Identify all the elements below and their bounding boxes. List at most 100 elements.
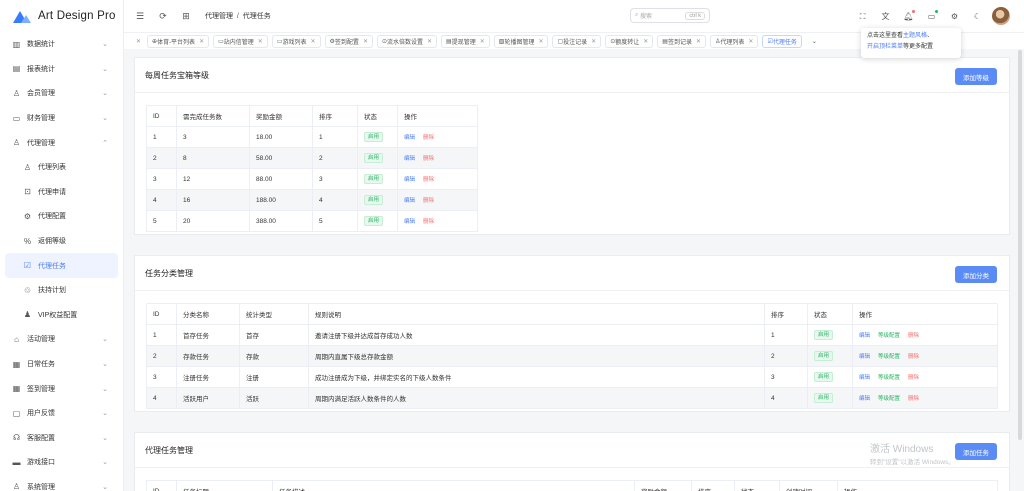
- refresh-icon[interactable]: ⟳: [156, 11, 170, 22]
- menu-toggle-icon[interactable]: ☰: [133, 11, 147, 22]
- sidebar-item[interactable]: ▤ 报表统计 ⌄: [0, 57, 123, 82]
- edit-link[interactable]: 编辑: [404, 156, 415, 162]
- sidebar-item[interactable]: ▥ 数据统计 ⌄: [0, 32, 123, 57]
- app-logo[interactable]: Art Design Pro: [0, 0, 123, 32]
- sidebar-item[interactable]: ♲ 扶持计划: [0, 278, 123, 303]
- bell-icon[interactable]: 🔔︎: [902, 9, 915, 23]
- fullscreen-icon[interactable]: ⛶: [856, 10, 869, 23]
- edit-link[interactable]: 编辑: [404, 198, 415, 204]
- sidebar-item[interactable]: ♙ 代理管理 ⌃: [0, 130, 123, 155]
- close-icon[interactable]: ✕: [643, 38, 648, 45]
- page-scrollbar[interactable]: [1018, 50, 1022, 440]
- delete-link[interactable]: 删除: [423, 156, 434, 162]
- sidebar-item[interactable]: ♙ 系统管理 ⌄: [0, 475, 123, 491]
- level-config-link[interactable]: 等级配置: [878, 333, 900, 339]
- close-icon[interactable]: ✕: [199, 38, 204, 45]
- add-level-button[interactable]: 添加等级: [955, 68, 997, 85]
- level-config-link[interactable]: 等级配置: [878, 354, 900, 360]
- tab-item[interactable]: ♙ 代理列表 ✕: [710, 34, 759, 48]
- wallet-icon: ▭: [12, 113, 21, 123]
- sidebar-item[interactable]: ▦ 日常任务 ⌄: [0, 352, 123, 377]
- delete-link[interactable]: 删除: [908, 375, 919, 381]
- delete-link[interactable]: 删除: [908, 333, 919, 339]
- delete-link[interactable]: 删除: [423, 135, 434, 141]
- edit-link[interactable]: 编辑: [404, 219, 415, 225]
- tab-item[interactable]: ⊙ 流水倍数设置 ✕: [376, 34, 438, 48]
- tabs-more-chevron-icon[interactable]: ⌄: [808, 35, 821, 48]
- settings-gear-icon[interactable]: ⚙: [948, 10, 961, 23]
- tab-item[interactable]: ▭ 游戏列表 ✕: [271, 34, 321, 48]
- tooltip-link-theme[interactable]: 主题风格: [903, 33, 927, 39]
- tab-label: 体育-平台列表: [157, 39, 196, 46]
- add-task-button[interactable]: 添加任务: [955, 443, 997, 460]
- close-icon[interactable]: ✕: [136, 38, 141, 45]
- sidebar-item[interactable]: ⌂ 活动管理 ⌄: [0, 327, 123, 352]
- tooltip-link-topmenu[interactable]: 开启顶栏菜单: [867, 44, 903, 50]
- close-icon[interactable]: ✕: [311, 38, 316, 45]
- edit-link[interactable]: 编辑: [859, 396, 870, 402]
- delete-link[interactable]: 删除: [423, 198, 434, 204]
- delete-link[interactable]: 删除: [423, 219, 434, 225]
- edit-link[interactable]: 编辑: [859, 375, 870, 381]
- edit-link[interactable]: 编辑: [404, 177, 415, 183]
- logo-icon: [13, 9, 31, 23]
- level-config-link[interactable]: 等级配置: [878, 375, 900, 381]
- close-icon[interactable]: ✕: [427, 38, 432, 45]
- close-icon[interactable]: ✕: [258, 38, 263, 45]
- delete-link[interactable]: 删除: [908, 354, 919, 360]
- tab-item[interactable]: ▤ 提现管理 ✕: [441, 34, 490, 48]
- sidebar-item[interactable]: ♟ VIP权益配置: [0, 303, 123, 328]
- table-cell: 5: [146, 210, 177, 232]
- sidebar-item[interactable]: ♙ 会员管理 ⌄: [0, 81, 123, 106]
- breadcrumb-item-parent[interactable]: 代理管理: [205, 13, 233, 20]
- chat-icon[interactable]: ▭: [925, 9, 938, 23]
- sidebar-item[interactable]: ⊡ 代理申请: [0, 180, 123, 205]
- tab-item[interactable]: ▢ 投注记录 ✕: [552, 34, 602, 48]
- delete-link[interactable]: 删除: [908, 396, 919, 402]
- add-category-button[interactable]: 添加分类: [955, 266, 997, 283]
- tab-item[interactable]: ▤ 签到记录 ✕: [657, 34, 706, 48]
- tab-close-partial[interactable]: ✕: [130, 35, 143, 48]
- table-cell: 4: [146, 387, 177, 409]
- user-avatar[interactable]: [992, 7, 1010, 25]
- close-icon[interactable]: ✕: [480, 38, 485, 45]
- close-icon[interactable]: ✕: [538, 38, 543, 45]
- edit-link[interactable]: 编辑: [859, 333, 870, 339]
- close-icon[interactable]: ✕: [591, 38, 596, 45]
- sidebar-item[interactable]: ▬ 游戏接口 ⌄: [0, 450, 123, 475]
- sidebar-item[interactable]: ♙ 代理列表: [0, 155, 123, 180]
- tab-item[interactable]: ⊙ 额度转让 ✕: [605, 34, 654, 48]
- table-cell: 活跃用户: [176, 387, 240, 409]
- dark-mode-icon[interactable]: ☾: [971, 10, 984, 23]
- sidebar-item-label: 活动管理: [27, 336, 55, 344]
- sidebar-item-label: 代理任务: [38, 262, 66, 270]
- sidebar-item[interactable]: ▢ 用户反馈 ⌄: [0, 401, 123, 426]
- tab-item[interactable]: ⚙ 签到配置 ✕: [324, 34, 373, 48]
- grid-apps-icon[interactable]: ⊞: [179, 11, 193, 22]
- tab-item[interactable]: ▧ 轮播图管理 ✕: [493, 34, 549, 48]
- sidebar-item[interactable]: ☊ 客服配置 ⌄: [0, 426, 123, 451]
- sidebar-item-label: 数据统计: [27, 41, 55, 49]
- sidebar-item-label: 签到管理: [27, 385, 55, 393]
- tab-item[interactable]: ▭ 站内信管理 ✕: [213, 34, 268, 48]
- edit-link[interactable]: 编辑: [859, 354, 870, 360]
- table-row: 1 首存任务 首存 邀请注册下级并达成首存成功人数 1 启用 编辑 等级配置 删除: [146, 324, 998, 346]
- edit-link[interactable]: 编辑: [404, 135, 415, 141]
- close-icon[interactable]: ✕: [363, 38, 368, 45]
- delete-link[interactable]: 删除: [423, 177, 434, 183]
- sidebar-item-label: 用户反馈: [27, 410, 55, 418]
- table-cell: 388.00: [249, 210, 313, 232]
- close-icon[interactable]: ✕: [696, 38, 701, 45]
- sidebar-item[interactable]: ▭ 财务管理 ⌄: [0, 106, 123, 131]
- close-icon[interactable]: ✕: [748, 38, 753, 45]
- sidebar-item[interactable]: ⚙ 代理配置: [0, 204, 123, 229]
- sidebar-item[interactable]: ▦ 签到管理 ⌄: [0, 376, 123, 401]
- tab-item[interactable]: ☑ 代理任务: [762, 34, 802, 48]
- chevron-down-icon: ⌄: [102, 410, 108, 418]
- sidebar-item[interactable]: % 返佣等级: [0, 229, 123, 254]
- sidebar-item[interactable]: ☑ 代理任务: [5, 253, 118, 278]
- tab-item[interactable]: ⊕ 体育-平台列表 ✕: [147, 34, 210, 48]
- language-icon[interactable]: 文: [879, 10, 892, 23]
- level-config-link[interactable]: 等级配置: [878, 396, 900, 402]
- search-input[interactable]: ⌕ 搜索 ctrl k: [630, 8, 710, 23]
